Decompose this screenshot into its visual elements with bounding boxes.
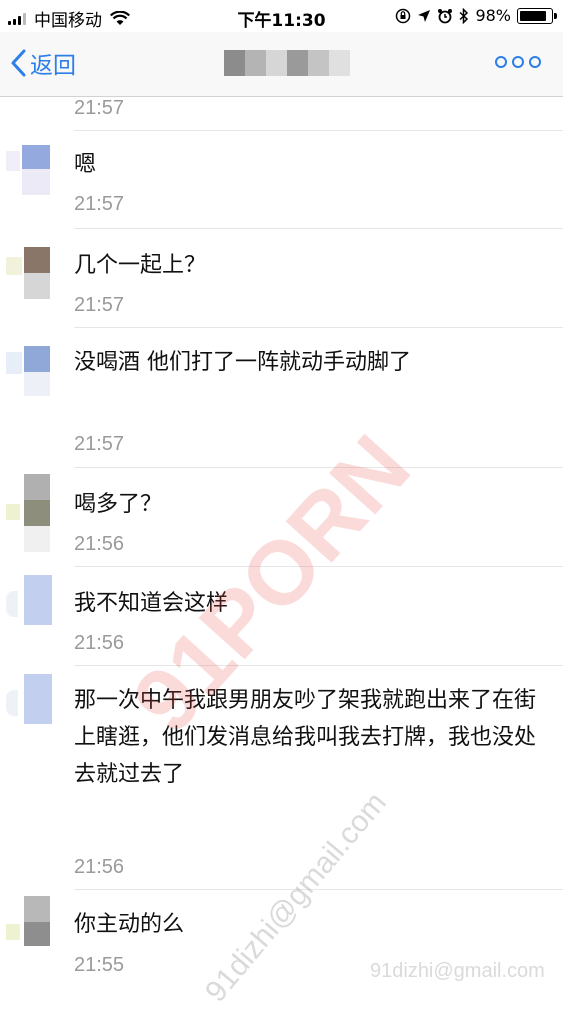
battery-percent: 98% (475, 6, 511, 25)
message-time: 21:56 (74, 856, 125, 878)
message-time: 21:56 (74, 632, 125, 654)
battery-icon (517, 7, 557, 24)
divider (74, 228, 563, 229)
location-icon (418, 9, 431, 22)
divider (74, 467, 563, 468)
more-button[interactable] (495, 56, 541, 68)
nav-title-redacted (224, 50, 350, 76)
message-text: 那一次中午我跟男朋友吵了架我就跑出来了在街上瞎逛，他们发消息给我叫我去打牌，我也… (74, 688, 537, 787)
divider (74, 665, 563, 666)
message-text: 几个一起上？ (74, 253, 207, 278)
message-time: 21:57 (74, 193, 125, 215)
bluetooth-icon (459, 7, 469, 24)
alarm-icon (438, 8, 453, 23)
chevron-left-icon (11, 49, 26, 77)
status-right: 98% (395, 6, 557, 25)
divider (74, 130, 563, 131)
message-text: 喝多了？ (74, 492, 163, 517)
divider (74, 327, 563, 328)
message-time: 21:55 (74, 954, 125, 976)
message-text: 你主动的么 (74, 912, 185, 937)
message-time: 21:57 (74, 294, 125, 316)
rotation-lock-icon (396, 8, 411, 23)
more-dot-icon (529, 56, 541, 68)
avatar (6, 896, 56, 948)
divider (74, 889, 563, 890)
avatar (6, 346, 56, 398)
avatar (6, 145, 56, 197)
message-text: 嗯 (74, 152, 97, 177)
divider (74, 566, 563, 567)
message-time: 21:57 (74, 97, 125, 119)
message-text: 没喝酒 他们打了一阵就动手动脚了 (74, 350, 411, 375)
message-time: 21:57 (74, 433, 125, 455)
nav-bar: 返回 (0, 32, 563, 97)
back-label: 返回 (30, 53, 76, 79)
avatar (6, 674, 56, 726)
battery-fill (520, 10, 547, 21)
status-bar: 中国移动 下午11:30 98% (0, 0, 563, 32)
watermark-email-bottom: 91dizhi@gmail.com (370, 960, 545, 982)
more-dot-icon (512, 56, 524, 68)
back-button[interactable]: 返回 (10, 46, 76, 80)
watermark-email: 91dizhi@gmail.com (198, 786, 393, 1009)
message-text: 我不知道会这样 (74, 591, 229, 616)
avatar (6, 247, 56, 299)
avatar (6, 575, 56, 627)
avatar (6, 474, 56, 552)
message-time: 21:56 (74, 533, 125, 555)
more-dot-icon (495, 56, 507, 68)
